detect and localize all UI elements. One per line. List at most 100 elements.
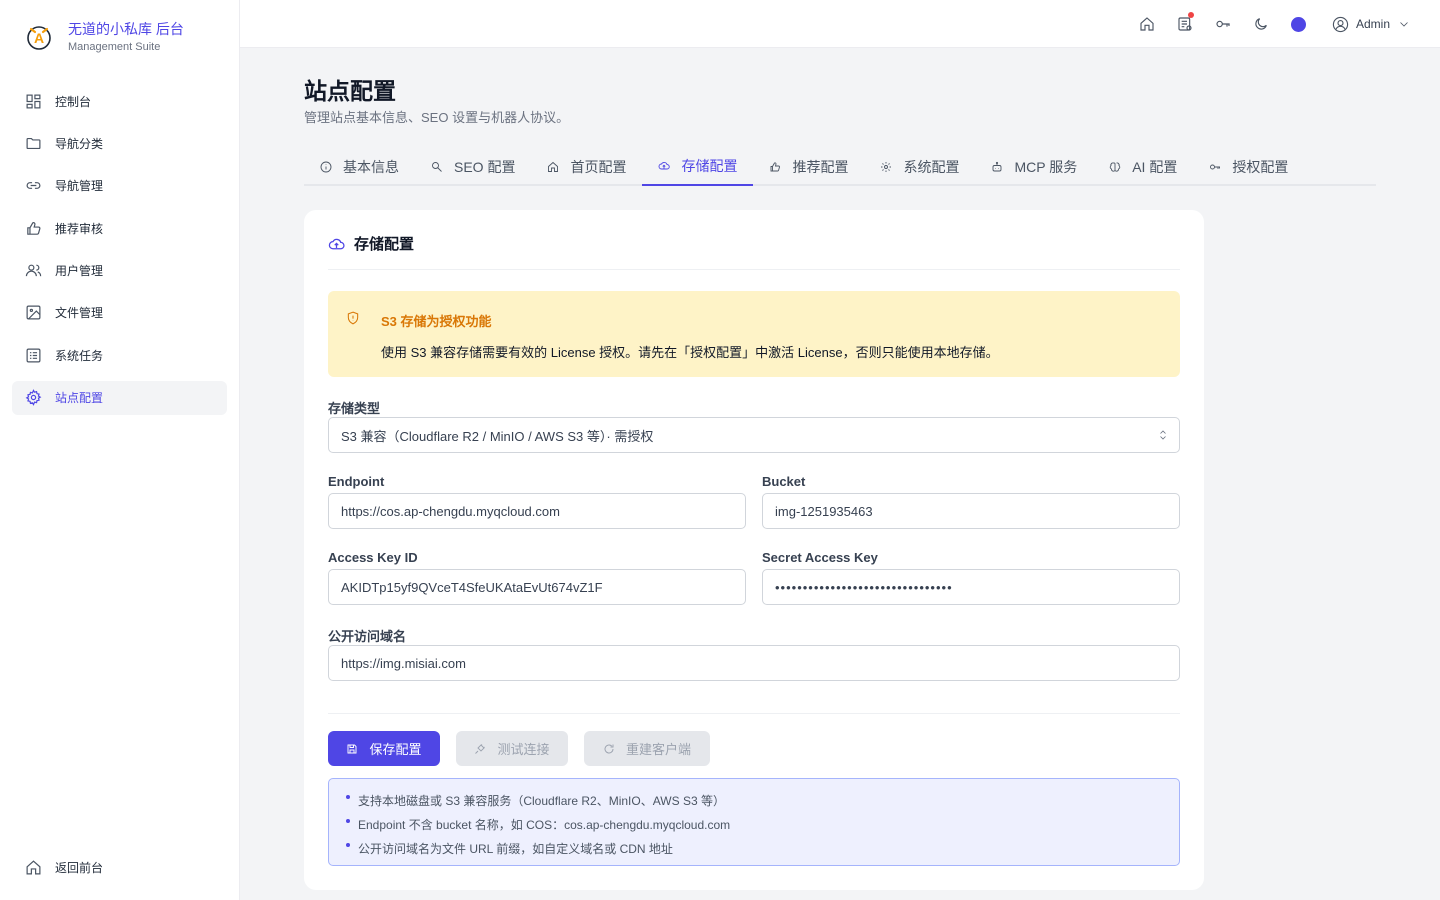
tab-system[interactable]: 系统配置 (864, 150, 975, 184)
tab-label: 推荐配置 (792, 159, 849, 175)
home-button[interactable] (1128, 0, 1166, 48)
home-icon (548, 161, 559, 172)
tab-label: MCP 服务 (1014, 159, 1078, 175)
sidebar-item-site-config[interactable]: 站点配置 (12, 380, 227, 415)
secret-key-label: Secret Access Key (762, 550, 878, 565)
notification-dot (1187, 12, 1194, 18)
config-tabs: 基本信息 SEO 配置 首页配置 存储配置 推荐配置 系统配置 MCP 服务 A… (304, 150, 1376, 186)
sidebar: A 无道的小私库 后台 Management Suite 控制台 导航分类 导航… (0, 0, 240, 900)
chevron-up-down-icon (1160, 430, 1166, 440)
color-dot (1291, 16, 1307, 32)
sidebar-item-label: 系统任务 (55, 348, 104, 363)
tab-basic-info[interactable]: 基本信息 (304, 150, 415, 184)
sidebar-item-label: 返回前台 (55, 860, 104, 875)
sidebar-item-files[interactable]: 文件管理 (12, 296, 227, 330)
color-theme-button[interactable] (1280, 0, 1318, 48)
shield-icon (347, 311, 359, 325)
card-title: 存储配置 (354, 236, 415, 253)
info-icon (320, 161, 332, 173)
robot-icon (993, 161, 1002, 172)
bucket-label: Bucket (762, 474, 806, 489)
save-button[interactable]: 保存配置 (328, 731, 440, 766)
home-icon (26, 859, 41, 874)
home-icon (1140, 17, 1154, 31)
sidebar-item-label: 控制台 (55, 94, 92, 109)
cloud-upload-icon (328, 238, 345, 250)
license-notice: S3 存储为授权功能 使用 S3 兼容存储需要有效的 License 授权。请先… (328, 291, 1180, 377)
endpoint-input[interactable] (328, 493, 746, 529)
chevron-down-icon (1400, 22, 1408, 27)
dashboard-icon (26, 94, 41, 108)
sidebar-item-tasks[interactable]: 系统任务 (12, 338, 227, 372)
user-name: Admin (1355, 17, 1390, 31)
refresh-icon (604, 744, 614, 753)
gear-icon (25, 389, 42, 407)
bucket-input[interactable] (762, 493, 1180, 529)
sidebar-nav: 控制台 导航分类 导航管理 推荐审核 用户管理 文件管理 系统任务 站点配置 (12, 84, 227, 423)
tab-storage[interactable]: 存储配置 (642, 150, 754, 186)
help-tips: 支持本地磁盘或 S3 兼容服务（Cloudflare R2、MinIO、AWS … (328, 778, 1180, 866)
sidebar-item-recommend-review[interactable]: 推荐审核 (12, 211, 227, 245)
save-button-label: 保存配置 (369, 742, 422, 757)
theme-toggle-button[interactable] (1242, 0, 1280, 48)
notifications-button[interactable] (1166, 0, 1204, 48)
sidebar-item-categories[interactable]: 导航分类 (12, 126, 227, 160)
public-domain-label: 公开访问域名 (328, 629, 407, 644)
sidebar-item-label: 文件管理 (55, 306, 104, 321)
tab-label: 基本信息 (343, 159, 399, 175)
folder-icon (26, 137, 41, 149)
tab-license[interactable]: 授权配置 (1193, 150, 1304, 184)
plug-icon (475, 743, 486, 754)
tab-seo[interactable]: SEO 配置 (415, 150, 531, 184)
brand[interactable]: A 无道的小私库 后台 Management Suite (24, 20, 184, 54)
tab-homepage[interactable]: 首页配置 (531, 150, 642, 184)
task-list-icon (1178, 17, 1192, 31)
rebuild-client-button[interactable]: 重建客户端 (584, 731, 710, 766)
tab-mcp[interactable]: MCP 服务 (975, 150, 1093, 184)
cloud-upload-icon (659, 162, 671, 170)
tab-label: 存储配置 (681, 158, 738, 174)
sidebar-item-label: 导航分类 (55, 136, 104, 151)
notice-title: S3 存储为授权功能 (381, 314, 492, 329)
page-title: 站点配置 (304, 78, 396, 104)
thumbs-up-icon (27, 221, 41, 235)
gear-icon (881, 162, 892, 172)
sidebar-item-dashboard[interactable]: 控制台 (12, 84, 227, 118)
topbar-actions: Admin (1128, 0, 1410, 48)
card-header: 存储配置 (328, 236, 1180, 270)
page-description: 管理站点基本信息、SEO 设置与机器人协议。 (304, 110, 570, 125)
sidebar-item-label: 站点配置 (55, 391, 104, 406)
divider (328, 713, 1180, 714)
tip-item: Endpoint 不含 bucket 名称，如 COS：cos.ap-cheng… (329, 813, 1179, 837)
tip-item: 公开访问域名为文件 URL 前缀，如自定义域名或 CDN 地址 (329, 837, 1179, 861)
sidebar-item-users[interactable]: 用户管理 (12, 254, 227, 288)
notice-text: 使用 S3 兼容存储需要有效的 License 授权。请先在「授权配置」中激活 … (381, 345, 999, 360)
storage-type-value: S3 兼容（Cloudflare R2 / MinIO / AWS S3 等）·… (341, 428, 654, 444)
sidebar-item-links[interactable]: 导航管理 (12, 169, 227, 203)
key-icon (1210, 164, 1221, 170)
storage-config-card: 存储配置 S3 存储为授权功能 使用 S3 兼容存储需要有效的 License … (304, 210, 1204, 890)
access-key-input[interactable] (328, 569, 746, 605)
sidebar-item-label: 用户管理 (55, 264, 104, 279)
public-domain-input[interactable] (328, 645, 1180, 681)
tab-ai[interactable]: AI 配置 (1093, 150, 1193, 184)
sidebar-bottom: 返回前台 (12, 850, 227, 892)
test-connection-button[interactable]: 测试连接 (456, 731, 568, 766)
tab-label: AI 配置 (1132, 159, 1178, 175)
secret-key-input[interactable] (762, 569, 1180, 605)
user-menu[interactable]: Admin (1332, 16, 1410, 33)
brain-icon (1109, 162, 1121, 172)
tab-label: 首页配置 (570, 159, 627, 175)
list-icon (26, 348, 41, 363)
storage-type-label: 存储类型 (328, 401, 381, 416)
tab-recommend[interactable]: 推荐配置 (753, 150, 864, 184)
key-icon (1216, 20, 1230, 28)
license-button[interactable] (1204, 0, 1242, 48)
storage-type-select[interactable]: S3 兼容（Cloudflare R2 / MinIO / AWS S3 等）·… (328, 417, 1180, 453)
users-icon (25, 264, 42, 277)
moon-icon (1255, 18, 1267, 30)
back-to-frontend-link[interactable]: 返回前台 (12, 850, 227, 884)
image-icon (26, 305, 41, 320)
endpoint-label: Endpoint (328, 474, 385, 489)
tab-label: 系统配置 (903, 159, 960, 175)
